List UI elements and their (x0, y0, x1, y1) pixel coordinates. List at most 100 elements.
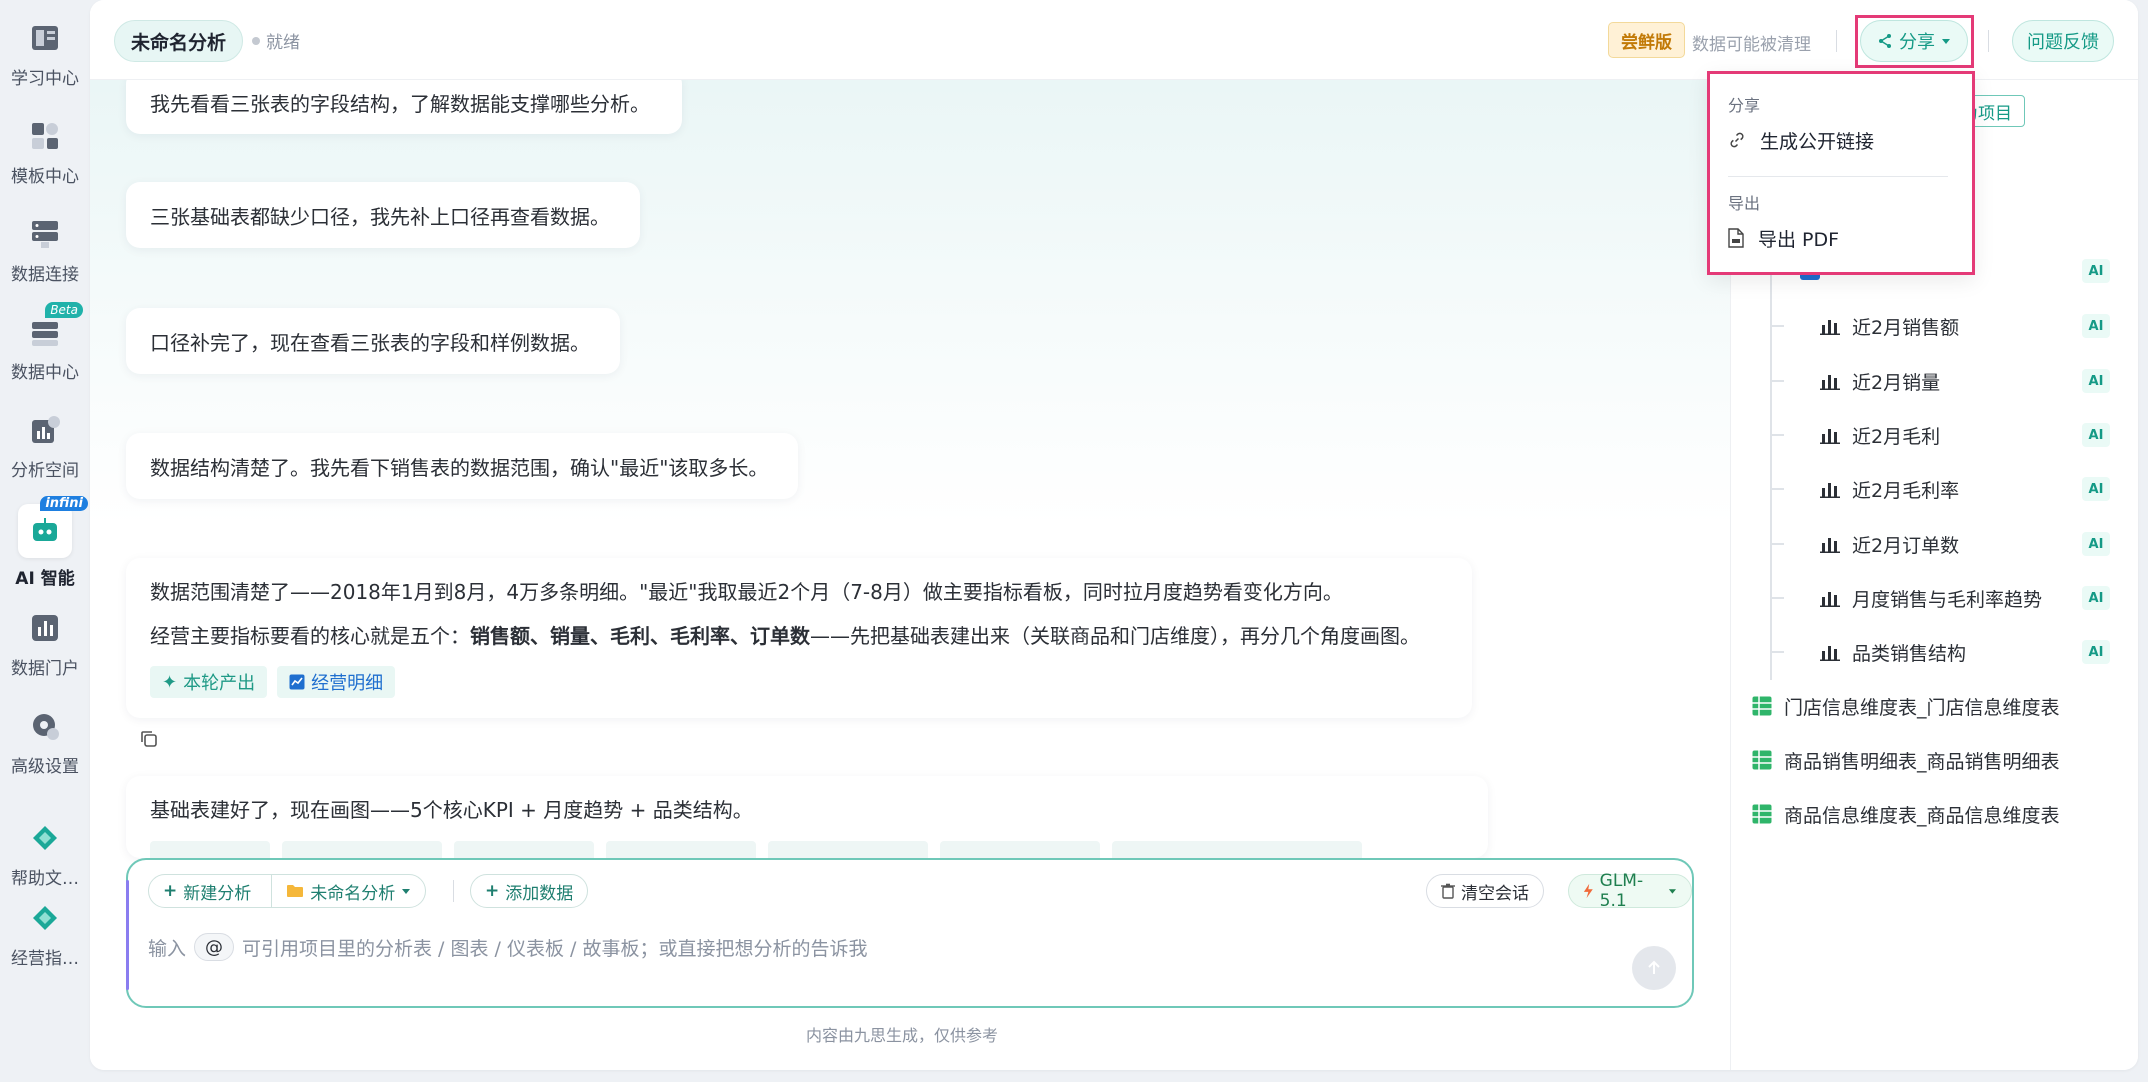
chart-label: 近2月销量 (1852, 371, 1941, 394)
generate-public-link-item[interactable]: 生成公开链接 (1728, 122, 1948, 158)
trend-chart-icon (289, 674, 305, 690)
tree-item-chart[interactable]: 近2月销售额 (1820, 306, 2120, 346)
ai-tag: AI (2082, 477, 2110, 501)
chip-round-output[interactable]: ✦ 本轮产出 (150, 666, 268, 698)
tree-tick (1772, 488, 1784, 490)
analysis-select[interactable]: 未命名分析 (271, 875, 425, 907)
status-indicator: 就绪 (252, 28, 300, 53)
share-icon (1879, 34, 1891, 48)
model-select[interactable]: GLM-5.1 (1568, 871, 1692, 911)
add-data-button[interactable]: + 添加数据 (470, 874, 589, 908)
share-dropdown-menu: 分享 生成公开链接 导出 导出 PDF (1707, 71, 1975, 275)
analysis-title[interactable]: 未命名分析 (114, 20, 244, 62)
help-docs-icon (27, 820, 63, 856)
menu-group-export: 导出 (1728, 194, 1761, 213)
share-button[interactable]: 分享 (1860, 20, 1968, 62)
tree-item-chart[interactable]: 近2月销量 (1820, 361, 2120, 401)
bar-chart-icon (1820, 592, 1840, 607)
nav-item-advanced-settings[interactable]: 高级设置 (0, 698, 90, 790)
faded-chip (282, 841, 442, 858)
tree-item-chart[interactable]: 近2月订单数 (1820, 524, 2120, 564)
composer-accent (126, 880, 129, 990)
summary-line-2: 经营主要指标要看的核心就是五个：销售额、销量、毛利、毛利率、订单数——先把基础表… (150, 622, 1448, 650)
chart-label: 月度销售与毛利率趋势 (1852, 588, 2043, 611)
menu-group-share: 分享 (1728, 96, 1761, 115)
chat-area: 我先看看三张表的字段结构，了解数据能支撑哪些分析。 三张基础表都缺少口径，我先补… (90, 70, 1730, 1070)
tree-item-chart[interactable]: 近2月毛利 (1820, 415, 2120, 455)
faded-chips (150, 841, 1464, 858)
data-portal-icon (27, 610, 63, 646)
nav-label: 数据门户 (11, 659, 79, 679)
nav-item-data-connect[interactable]: 数据连接 (0, 206, 90, 298)
nav-item-data-portal[interactable]: 数据门户 (0, 600, 90, 692)
bar-chart-icon (1820, 538, 1840, 553)
tree-item-table[interactable]: 商品销售明细表_商品销售明细表 (1752, 740, 2060, 780)
plus-icon: + (163, 881, 178, 901)
chip-business-detail[interactable]: 经营明细 (277, 666, 396, 698)
divider (1836, 30, 1837, 52)
export-pdf-item[interactable]: 导出 PDF (1728, 220, 1948, 256)
send-button[interactable] (1632, 946, 1676, 990)
nav-item-templates[interactable]: 模板中心 (0, 108, 90, 200)
summary-pre: 经营主要指标要看的核心就是五个： (150, 624, 470, 648)
model-label: GLM-5.1 (1599, 871, 1644, 911)
tree-item-table[interactable]: 商品信息维度表_商品信息维度表 (1752, 794, 2060, 834)
nav-item-help-docs[interactable]: 帮助文… (0, 810, 90, 902)
chat-input[interactable]: 输入 @ 可引用项目里的分析表 / 图表 / 仪表板 / 故事板；或直接把想分析… (148, 930, 1548, 964)
generate-public-link-label: 生成公开链接 (1760, 130, 1875, 153)
ai-tag: AI (2082, 314, 2110, 338)
nav-label: 分析空间 (11, 461, 79, 481)
tree-item-chart[interactable]: 品类销售结构 (1820, 632, 2120, 672)
clear-chat-label: 清空会话 (1461, 883, 1529, 904)
tree-item-chart[interactable]: 近2月毛利率 (1820, 469, 2120, 509)
ai-tag: AI (2082, 259, 2110, 283)
data-center-icon: Beta (27, 302, 83, 350)
analysis-select-label: 未命名分析 (310, 883, 396, 904)
chat-message: 数据结构清楚了。我先看下销售表的数据范围，确认"最近"该取多长。 (126, 433, 798, 499)
bar-chart-icon (1820, 375, 1840, 390)
chart-label: 近2月毛利率 (1852, 479, 1960, 502)
clear-chat-button[interactable]: 清空会话 (1426, 874, 1544, 908)
table-icon (1752, 696, 1772, 716)
nav-item-data-center[interactable]: Beta 数据中心 (0, 302, 90, 396)
chat-message-latest: 基础表建好了，现在画图——5个核心KPI + 月度趋势 + 品类结构。 (126, 776, 1488, 858)
table-icon (1752, 750, 1772, 770)
latest-text: 基础表建好了，现在画图——5个核心KPI + 月度趋势 + 品类结构。 (150, 798, 753, 822)
left-nav-rail: 学习中心 模板中心 数据连接 Beta 数据中心 分析空间 infini AI … (0, 0, 90, 1082)
menu-divider (1728, 176, 1948, 177)
ai-tag: AI (2082, 423, 2110, 447)
feedback-button[interactable]: 问题反馈 (2012, 20, 2114, 62)
new-analysis-button[interactable]: + 新建分析 (149, 875, 265, 907)
table-label: 商品信息维度表_商品信息维度表 (1784, 804, 2060, 827)
bar-chart-icon (1820, 646, 1840, 661)
sparkle-icon: ✦ (162, 671, 178, 693)
nav-label: 数据中心 (11, 363, 79, 383)
faded-chip (454, 841, 594, 858)
table-icon (1752, 804, 1772, 824)
tree-item-table[interactable]: 门店信息维度表_门店信息维度表 (1752, 686, 2060, 726)
ai-tag: AI (2082, 586, 2110, 610)
nav-item-analysis-space[interactable]: 分析空间 (0, 402, 90, 494)
bar-chart-icon (1820, 429, 1840, 444)
copy-icon[interactable] (138, 728, 160, 750)
nav-item-learning[interactable]: 学习中心 (0, 10, 90, 102)
nav-label: 数据连接 (11, 265, 79, 285)
nav-label: 高级设置 (11, 757, 79, 777)
kpi-list: 销售额、销量、毛利、毛利率、订单数 (470, 624, 810, 648)
bar-chart-icon (1820, 320, 1840, 335)
analysis-space-icon (27, 412, 63, 448)
nav-item-ai[interactable]: infini AI 智能 (0, 496, 90, 592)
ai-robot-icon: infini (18, 496, 88, 558)
nav-item-business-index[interactable]: 经营指… (0, 890, 90, 982)
tree-tick (1772, 380, 1784, 382)
tree-tick (1772, 434, 1784, 436)
chip-label: 本轮产出 (183, 673, 256, 694)
trial-badge: 尝鲜版 (1608, 22, 1685, 58)
tree-item-chart[interactable]: 月度销售与毛利率趋势 (1820, 578, 2120, 618)
caret-down-icon (1669, 889, 1677, 894)
trial-note: 数据可能被清理 (1692, 35, 1811, 55)
tree-tick (1772, 651, 1784, 653)
faded-chip (940, 841, 1100, 858)
database-connect-icon (27, 216, 63, 252)
beta-badge: Beta (45, 302, 83, 318)
